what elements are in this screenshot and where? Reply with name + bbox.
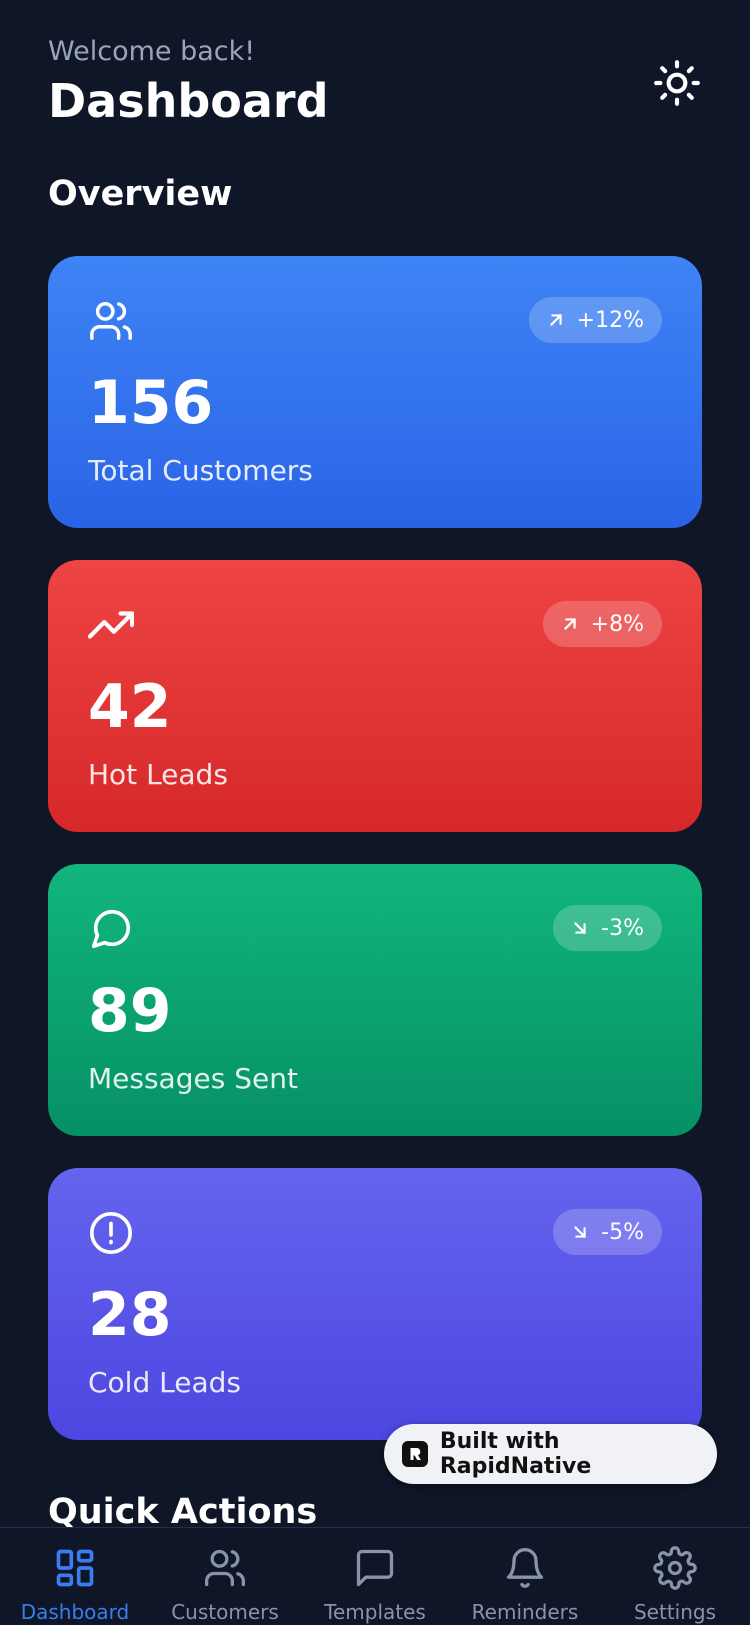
trend-badge: +8% bbox=[542, 601, 662, 647]
stat-value: 89 bbox=[88, 976, 172, 1046]
arrow-down-right-icon bbox=[574, 922, 586, 934]
alert-circle-icon bbox=[90, 1212, 132, 1254]
users-icon bbox=[205, 1549, 245, 1587]
sun-icon bbox=[654, 60, 700, 106]
tab-settings[interactable]: Settings bbox=[600, 1546, 750, 1624]
stat-card-messages-sent[interactable]: -3% 89 Messages Sent bbox=[48, 864, 702, 1136]
grid-icon bbox=[56, 1549, 94, 1587]
rapidnative-logo-icon bbox=[402, 1441, 428, 1467]
built-with-label: Built with RapidNative bbox=[439, 1429, 592, 1479]
users-icon bbox=[90, 302, 132, 340]
trend-value: +8% bbox=[590, 611, 644, 637]
trend-badge: -3% bbox=[553, 905, 662, 951]
message-circle-icon bbox=[91, 909, 131, 949]
tab-templates[interactable]: Templates bbox=[300, 1546, 450, 1624]
tab-reminders[interactable]: Reminders bbox=[450, 1546, 600, 1624]
page-title: Dashboard bbox=[48, 74, 329, 128]
stat-label: Cold Leads bbox=[88, 1366, 241, 1399]
quick-actions-title: Quick Actions bbox=[48, 1492, 318, 1532]
tab-label: Settings bbox=[633, 1600, 717, 1624]
overview-title: Overview bbox=[48, 174, 233, 214]
arrow-up-right-icon bbox=[563, 618, 576, 630]
trend-value: -5% bbox=[601, 1219, 644, 1245]
stat-card-cold-leads[interactable]: -5% 28 Cold Leads bbox=[48, 1168, 702, 1440]
stat-card-hot-leads[interactable]: +8% 42 Hot Leads bbox=[48, 560, 702, 832]
tab-label: Templates bbox=[324, 1600, 426, 1624]
bottom-tab-bar: Dashboard Customers Templates Reminders … bbox=[0, 1527, 750, 1625]
message-square-icon bbox=[356, 1549, 394, 1587]
built-with-badge[interactable]: Built with RapidNative bbox=[384, 1424, 717, 1484]
stat-value: 28 bbox=[88, 1280, 172, 1350]
trend-badge: -5% bbox=[553, 1209, 662, 1255]
stat-value: 156 bbox=[88, 368, 214, 438]
tab-label: Dashboard bbox=[20, 1600, 130, 1624]
stat-label: Messages Sent bbox=[88, 1062, 298, 1095]
stat-value: 42 bbox=[88, 672, 172, 742]
tab-dashboard[interactable]: Dashboard bbox=[0, 1546, 150, 1624]
stat-label: Hot Leads bbox=[88, 758, 228, 791]
header: Welcome back! Dashboard bbox=[48, 34, 702, 130]
arrow-down-right-icon bbox=[574, 1226, 586, 1238]
theme-toggle-button[interactable] bbox=[652, 58, 702, 108]
stat-label: Total Customers bbox=[88, 454, 313, 487]
tab-label: Reminders bbox=[471, 1600, 579, 1624]
tab-label: Customers bbox=[171, 1600, 279, 1624]
welcome-text: Welcome back! bbox=[48, 36, 256, 67]
bell-icon bbox=[506, 1548, 544, 1588]
trend-badge: +12% bbox=[528, 297, 662, 343]
trend-value: -3% bbox=[601, 915, 644, 941]
arrow-up-right-icon bbox=[549, 314, 562, 326]
trend-value: +12% bbox=[576, 307, 644, 333]
tab-customers[interactable]: Customers bbox=[150, 1546, 300, 1624]
settings-icon bbox=[653, 1546, 697, 1590]
trending-up-icon bbox=[88, 611, 134, 639]
stat-card-total-customers[interactable]: +12% 156 Total Customers bbox=[48, 256, 702, 528]
